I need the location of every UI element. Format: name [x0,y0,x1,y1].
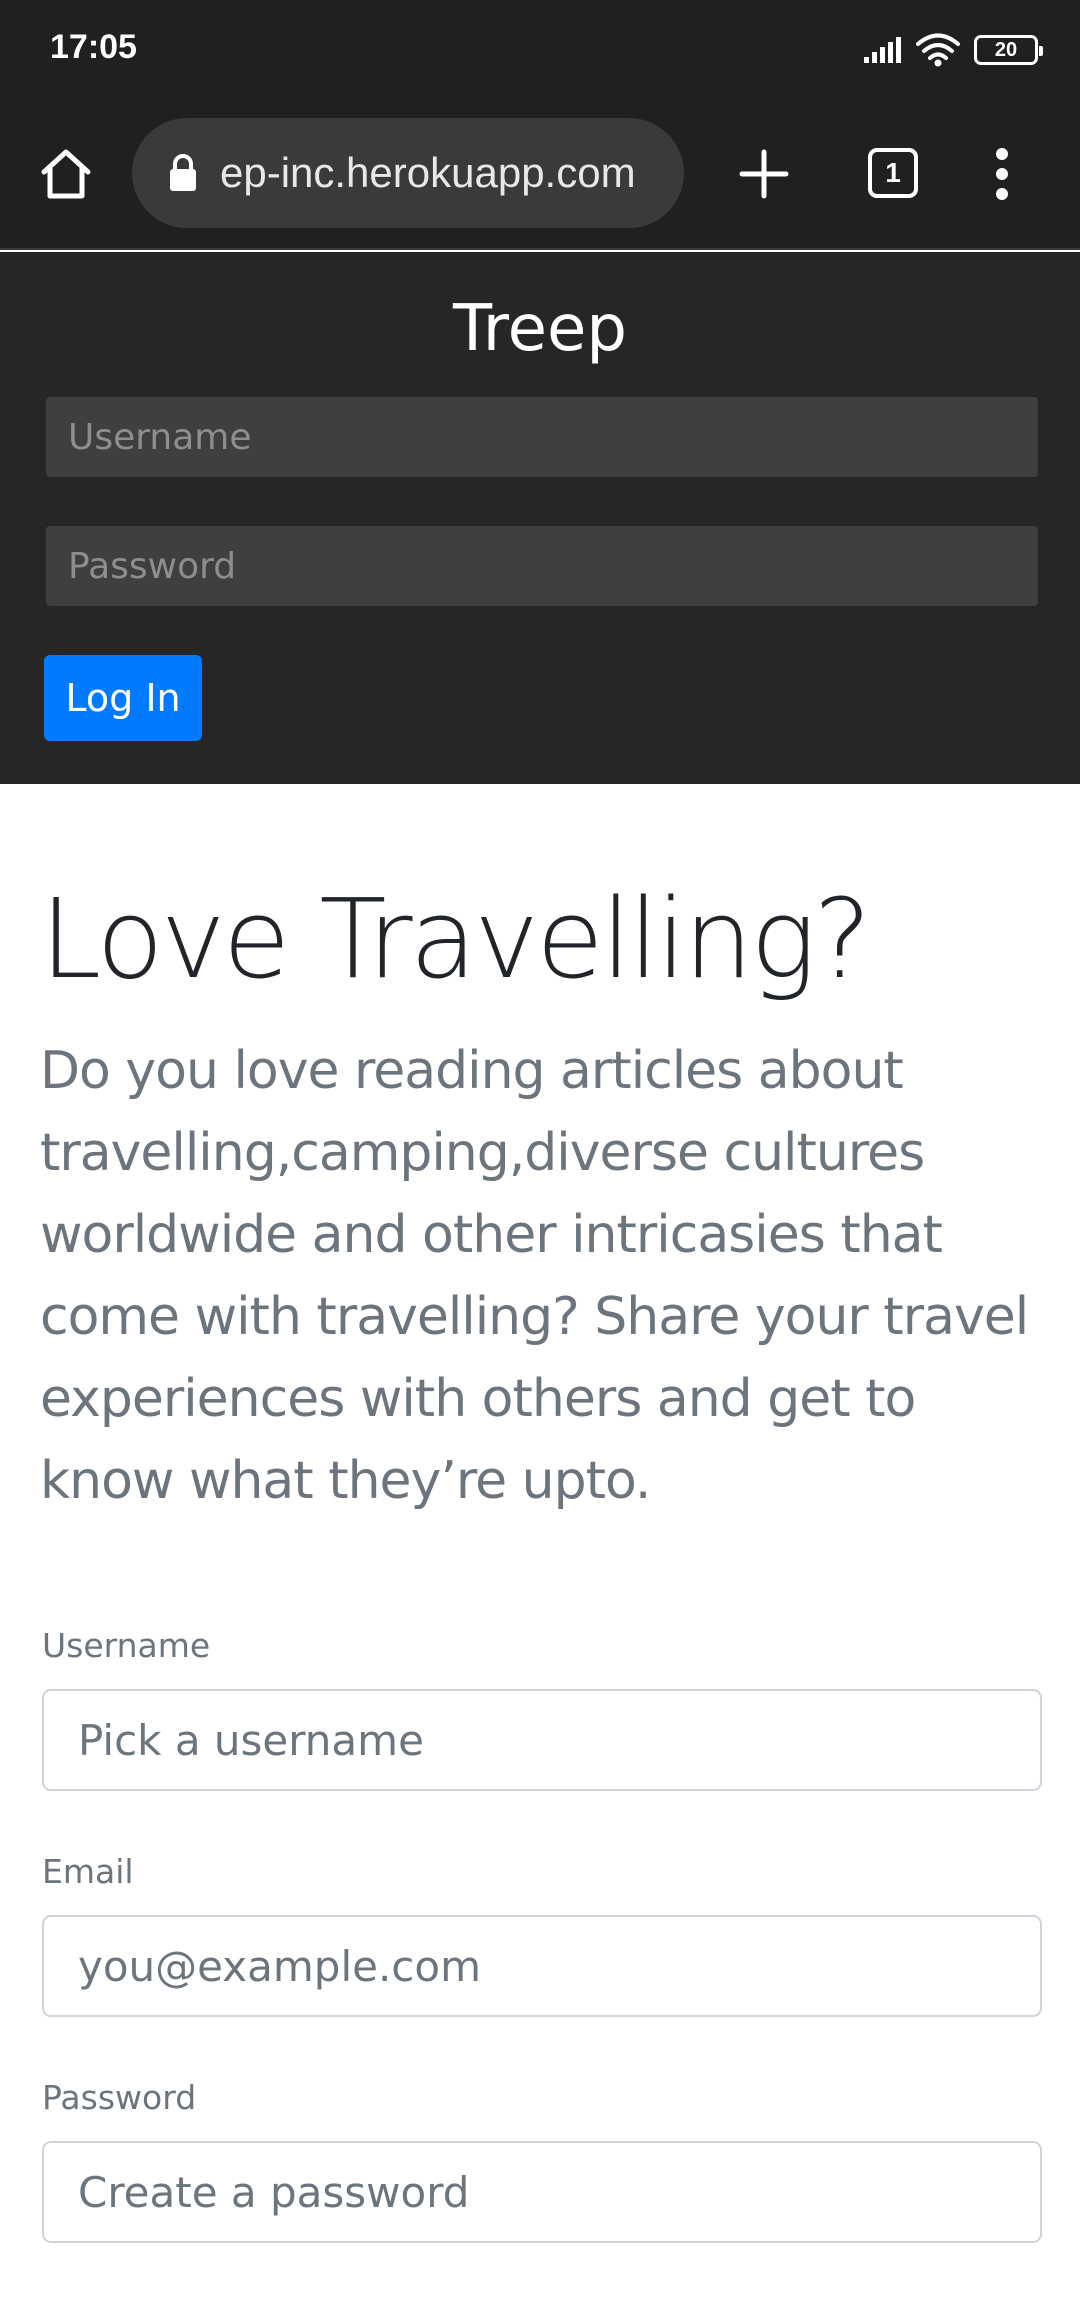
browser-toolbar: ep-inc.herokuapp.com 1 [0,100,1080,250]
status-bar: 17:05 20 [0,0,1080,100]
address-bar[interactable]: ep-inc.herokuapp.com [132,118,684,228]
status-time: 17:05 [50,28,137,66]
status-icons: 20 [862,30,1043,70]
battery-icon: 20 [974,35,1043,65]
email-label: Email [42,1852,134,1891]
login-button[interactable]: Log In [44,655,202,741]
tabs-icon[interactable]: 1 [868,148,918,198]
address-text[interactable]: ep-inc.herokuapp.com [220,149,636,197]
signup-username-input[interactable] [42,1689,1042,1791]
menu-icon[interactable] [990,144,1014,204]
password-label: Password [42,2078,197,2117]
home-icon[interactable] [36,144,96,204]
login-username-input[interactable] [46,397,1038,477]
wifi-icon [916,33,960,67]
brand-title[interactable]: Treep [0,292,1080,366]
plus-icon[interactable] [736,146,792,202]
signup-email-input[interactable] [42,1915,1042,2017]
hero-lead: Do you love reading articles about trave… [40,1041,1029,1511]
navbar: Treep Log In [0,252,1080,784]
battery-level: 20 [994,38,1018,61]
signal-icon [864,37,901,63]
tab-count: 1 [885,157,901,188]
username-label: Username [42,1626,211,1665]
hero-title: Love Travelling? [40,875,872,1003]
lock-icon [170,154,196,191]
login-password-input[interactable] [46,526,1038,606]
signup-password-input[interactable] [42,2141,1042,2243]
